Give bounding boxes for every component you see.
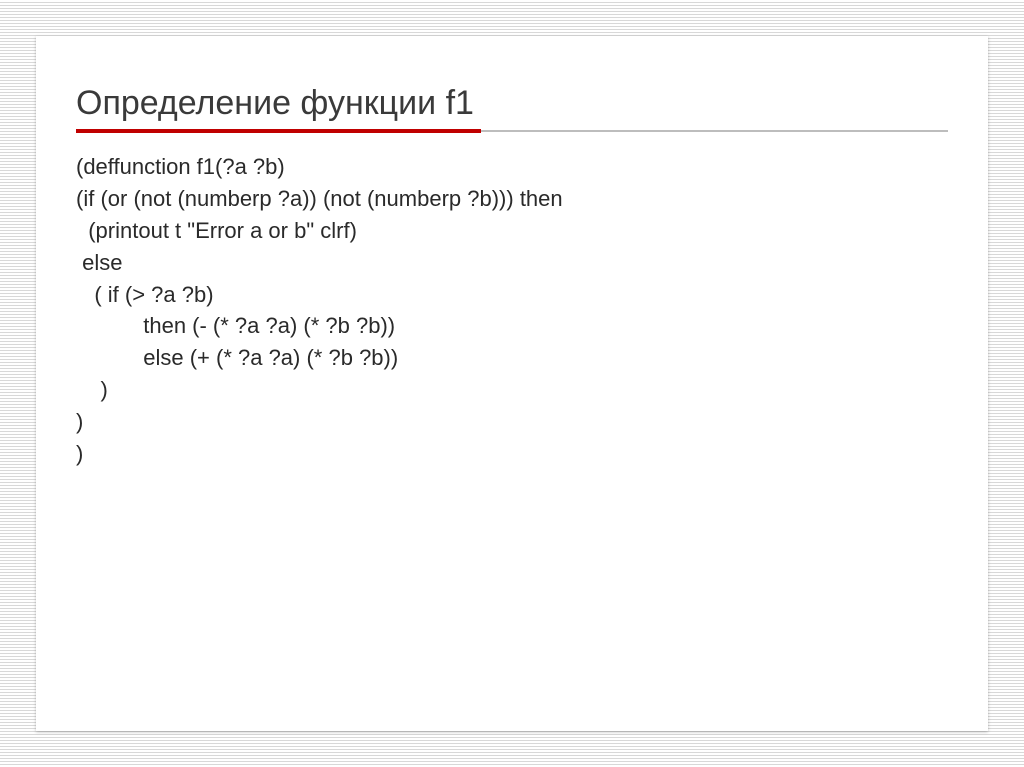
title-rule-gray <box>481 130 948 132</box>
code-block: (deffunction f1(?a ?b) (if (or (not (num… <box>76 151 948 470</box>
slide: Определение функции f1 (deffunction f1(?… <box>36 36 988 731</box>
title-rule <box>76 129 948 133</box>
title-rule-red <box>76 129 481 133</box>
slide-title: Определение функции f1 <box>76 84 948 123</box>
